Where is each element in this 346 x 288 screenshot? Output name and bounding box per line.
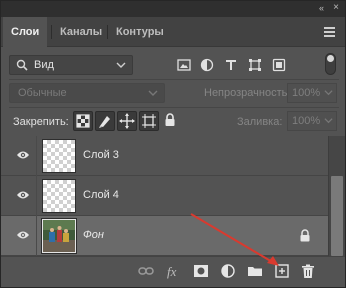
adjustment-layer-icon[interactable] [220,263,236,279]
chevron-down-icon [116,60,126,73]
divider [36,136,37,176]
opacity-label: Непрозрачность: [204,87,291,99]
fill-label: Заливка: [237,116,283,128]
layer-row-selected[interactable]: Фон [1,216,328,256]
chevron-down-icon [324,88,333,100]
fx-icon[interactable]: fx [166,263,182,279]
panel-menu-icon[interactable] [324,27,335,37]
layer-thumbnail [42,139,76,173]
layer-thumbnail [42,179,76,213]
layer-row[interactable]: Слой 4 [1,176,328,216]
tab-paths[interactable]: Контуры [108,17,172,47]
chevron-down-icon [148,88,158,101]
lock-label: Закрепить: [13,116,69,128]
new-layer-icon[interactable] [274,263,290,279]
lock-position-icon[interactable] [117,111,137,131]
background-photo-thumbnail [41,218,77,254]
search-icon [16,59,28,74]
blend-mode-select[interactable]: Обычные [9,83,165,103]
filter-toggle[interactable] [325,53,336,75]
blend-mode-label: Обычные [18,87,67,99]
panel-titlebar: « × [1,1,345,17]
layer-name[interactable]: Слой 4 [83,189,119,201]
layer-name[interactable]: Слой 3 [83,149,119,161]
divider [36,176,37,216]
smart-object-filter-icon[interactable] [272,58,286,72]
chevron-down-icon [324,116,333,128]
layer-row[interactable]: Слой 3 [1,136,328,176]
visibility-eye-icon[interactable] [16,150,30,163]
scrollbar-thumb[interactable] [331,176,343,256]
add-mask-icon[interactable] [193,263,209,279]
pixel-layer-filter-icon[interactable] [177,58,191,72]
layer-name[interactable]: Фон [83,229,104,241]
fill-value: 100% [292,115,321,127]
opacity-field[interactable]: 100% [287,83,337,103]
delete-layer-icon[interactable] [300,263,316,279]
svg-text:fx: fx [167,264,177,279]
adjustment-layer-filter-icon[interactable] [200,58,214,72]
collapse-panel-icon[interactable]: « [319,3,324,13]
fill-field[interactable]: 100% [287,111,337,131]
lock-icon [299,229,311,245]
lock-image-pixels-icon[interactable] [95,111,115,131]
layers-panel: « × Слои Каналы Контуры Вид Обычные Непр… [0,0,346,288]
tab-channels[interactable]: Каналы [52,17,110,47]
filter-kind-label: Вид [34,59,54,71]
lock-transparent-pixels-icon[interactable] [73,111,93,131]
opacity-value: 100% [292,87,321,99]
visibility-eye-icon[interactable] [16,230,30,243]
type-layer-filter-icon[interactable] [224,58,238,72]
lock-all-icon[interactable] [161,111,181,131]
layers-scrollbar[interactable] [328,136,345,256]
panel-tabs: Слои Каналы Контуры [1,17,345,48]
divider [9,79,339,80]
lock-artboard-icon[interactable] [139,111,159,131]
tab-layers[interactable]: Слои [3,17,48,48]
divider [36,216,37,256]
layer-filter-select[interactable]: Вид [9,55,133,75]
visibility-eye-icon[interactable] [16,190,30,203]
new-group-icon[interactable] [247,263,263,279]
divider [9,107,339,108]
close-panel-icon[interactable]: × [333,2,339,13]
link-layers-icon[interactable] [138,263,154,279]
layers-list: Слой 3 Слой 4 Фон [1,136,328,256]
shape-layer-filter-icon[interactable] [248,58,262,72]
